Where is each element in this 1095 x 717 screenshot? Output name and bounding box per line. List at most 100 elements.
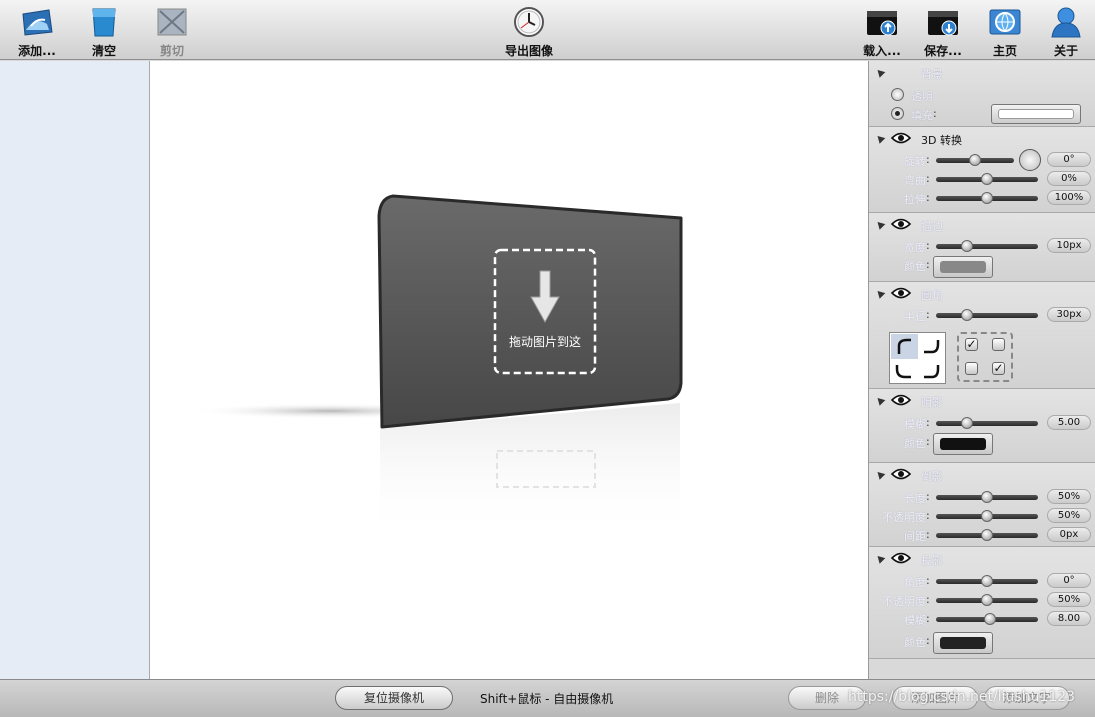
reflection-length-label: 长度 <box>904 492 926 505</box>
transform3d-header[interactable]: 3D 转换 <box>869 131 1095 147</box>
visibility-eye-icon[interactable] <box>891 287 911 299</box>
collapse-triangle-icon[interactable] <box>874 469 886 480</box>
rotate-value: 0° <box>1047 152 1091 167</box>
collapse-triangle-icon[interactable] <box>874 288 886 299</box>
border-color-picker[interactable] <box>933 256 993 278</box>
projection-header[interactable]: 投影 <box>869 551 1095 567</box>
corner-tl-checkbox[interactable]: ✓ <box>965 338 978 351</box>
projection-blur-slider[interactable] <box>936 613 1038 625</box>
visibility-eye-icon[interactable] <box>891 218 911 230</box>
border-section: 描边 宽度: 10px 颜色: <box>869 213 1095 282</box>
bend-row: 弯曲: 0% <box>869 170 1095 188</box>
collapse-triangle-icon[interactable] <box>874 395 886 406</box>
stretch-row: 拉伸: 100% <box>869 189 1095 207</box>
reflection-opacity-slider[interactable] <box>936 510 1038 522</box>
load-button[interactable]: 载入... <box>853 4 911 58</box>
add-button[interactable]: 添加... <box>8 4 66 58</box>
shadow-color-picker[interactable] <box>933 433 993 455</box>
projection-angle-slider[interactable] <box>936 575 1038 587</box>
transparent-label: 透明 <box>911 90 933 103</box>
projection-opacity-slider[interactable] <box>936 594 1038 606</box>
slider-knob[interactable] <box>981 173 993 185</box>
shadow-blur-slider[interactable] <box>936 417 1038 429</box>
bend-label: 弯曲 <box>904 174 926 187</box>
export-image-button[interactable]: 导出图像 <box>496 4 562 58</box>
rotate-label: 旋转 <box>904 155 926 168</box>
corner-bottom-right-icon[interactable] <box>918 359 945 384</box>
clear-button[interactable]: 清空 <box>75 4 133 58</box>
corner-radius-slider[interactable] <box>936 309 1038 321</box>
border-width-label: 宽度 <box>904 241 926 254</box>
collapse-triangle-icon[interactable] <box>874 67 886 78</box>
shadow-blur-value: 5.00 <box>1047 415 1091 430</box>
transparent-radio[interactable] <box>891 88 904 101</box>
corner-top-left-icon[interactable] <box>891 334 918 359</box>
corners-header[interactable]: 圆角 <box>869 286 1095 302</box>
image-list-panel[interactable] <box>0 61 150 679</box>
fill-radio[interactable] <box>891 107 904 120</box>
slider-knob[interactable] <box>960 240 973 252</box>
projection-blur-row: 模糊: 8.00 <box>869 610 1095 628</box>
slider-knob[interactable] <box>981 594 993 606</box>
collapse-triangle-icon[interactable] <box>874 553 886 564</box>
background-section: 背景 透明 填充 : <box>869 61 1095 127</box>
background-header[interactable]: 背景 <box>869 65 1095 81</box>
reflection-gap-row: 间距: 0px <box>869 526 1095 544</box>
visibility-eye-icon[interactable] <box>891 468 911 480</box>
projection-opacity-label: 不透明度 <box>882 595 926 608</box>
visibility-eye-icon[interactable] <box>891 132 911 144</box>
border-header[interactable]: 描边 <box>869 217 1095 233</box>
slider-knob[interactable] <box>981 192 993 204</box>
visibility-eye-icon[interactable] <box>891 394 911 406</box>
rotate-reset-icon[interactable] <box>1019 149 1041 171</box>
about-button[interactable]: 关于 <box>1037 4 1095 58</box>
slider-knob[interactable] <box>981 510 993 522</box>
projection-color-picker[interactable] <box>933 632 993 654</box>
save-button[interactable]: 保存... <box>914 4 972 58</box>
corner-top-right-icon[interactable] <box>918 334 945 359</box>
projection-color-label: 颜色 <box>904 636 926 649</box>
corner-bl-checkbox[interactable] <box>965 362 978 375</box>
border-title: 描边 <box>921 220 943 233</box>
user-icon <box>1051 7 1081 38</box>
slider-knob[interactable] <box>981 575 993 587</box>
slider-knob[interactable] <box>960 417 973 429</box>
corner-bottom-left-icon[interactable] <box>891 359 918 384</box>
stretch-slider[interactable] <box>936 192 1038 204</box>
projection-opacity-value: 50% <box>1047 592 1091 607</box>
fill-color-picker[interactable] <box>991 104 1081 124</box>
save-label: 保存... <box>924 44 962 58</box>
collapse-triangle-icon[interactable] <box>874 219 886 230</box>
projection-angle-row: 角度: 0° <box>869 572 1095 590</box>
slider-knob[interactable] <box>984 613 997 625</box>
slider-knob[interactable] <box>960 309 973 321</box>
reset-camera-button[interactable]: 复位摄像机 <box>335 686 453 710</box>
home-button[interactable]: 主页 <box>976 4 1034 58</box>
save-icon <box>928 11 958 36</box>
slider-knob[interactable] <box>981 491 993 503</box>
corner-radius-value: 30px <box>1047 307 1091 322</box>
load-label: 载入... <box>863 44 901 58</box>
transparent-option[interactable]: 透明 <box>869 86 1095 104</box>
projection-color-row: 颜色: <box>869 632 1095 654</box>
rotate-slider[interactable] <box>936 154 1014 166</box>
reflection-title: 倒影 <box>921 470 943 483</box>
cut-icon <box>157 8 187 36</box>
collapse-triangle-icon[interactable] <box>874 133 886 144</box>
shadow-header[interactable]: 阴影 <box>869 393 1095 409</box>
reflection-gap-slider[interactable] <box>936 529 1038 541</box>
camera-hint: Shift+鼠标 - 自由摄像机 <box>480 692 614 706</box>
slider-knob[interactable] <box>981 529 993 541</box>
cut-button[interactable]: 剪切 <box>143 4 201 58</box>
border-width-slider[interactable] <box>936 240 1038 252</box>
reflection-length-slider[interactable] <box>936 491 1038 503</box>
corner-br-checkbox[interactable]: ✓ <box>992 362 1005 375</box>
projection-angle-label: 角度 <box>904 576 926 589</box>
corner-checkbox-grid: ✓ ✓ <box>957 332 1013 382</box>
reflection-header[interactable]: 倒影 <box>869 467 1095 483</box>
corner-tr-checkbox[interactable] <box>992 338 1005 351</box>
slider-knob[interactable] <box>969 154 981 166</box>
visibility-eye-icon[interactable] <box>891 552 911 564</box>
preview-canvas[interactable]: 拖动图片到这 <box>150 61 868 679</box>
bend-slider[interactable] <box>936 173 1038 185</box>
